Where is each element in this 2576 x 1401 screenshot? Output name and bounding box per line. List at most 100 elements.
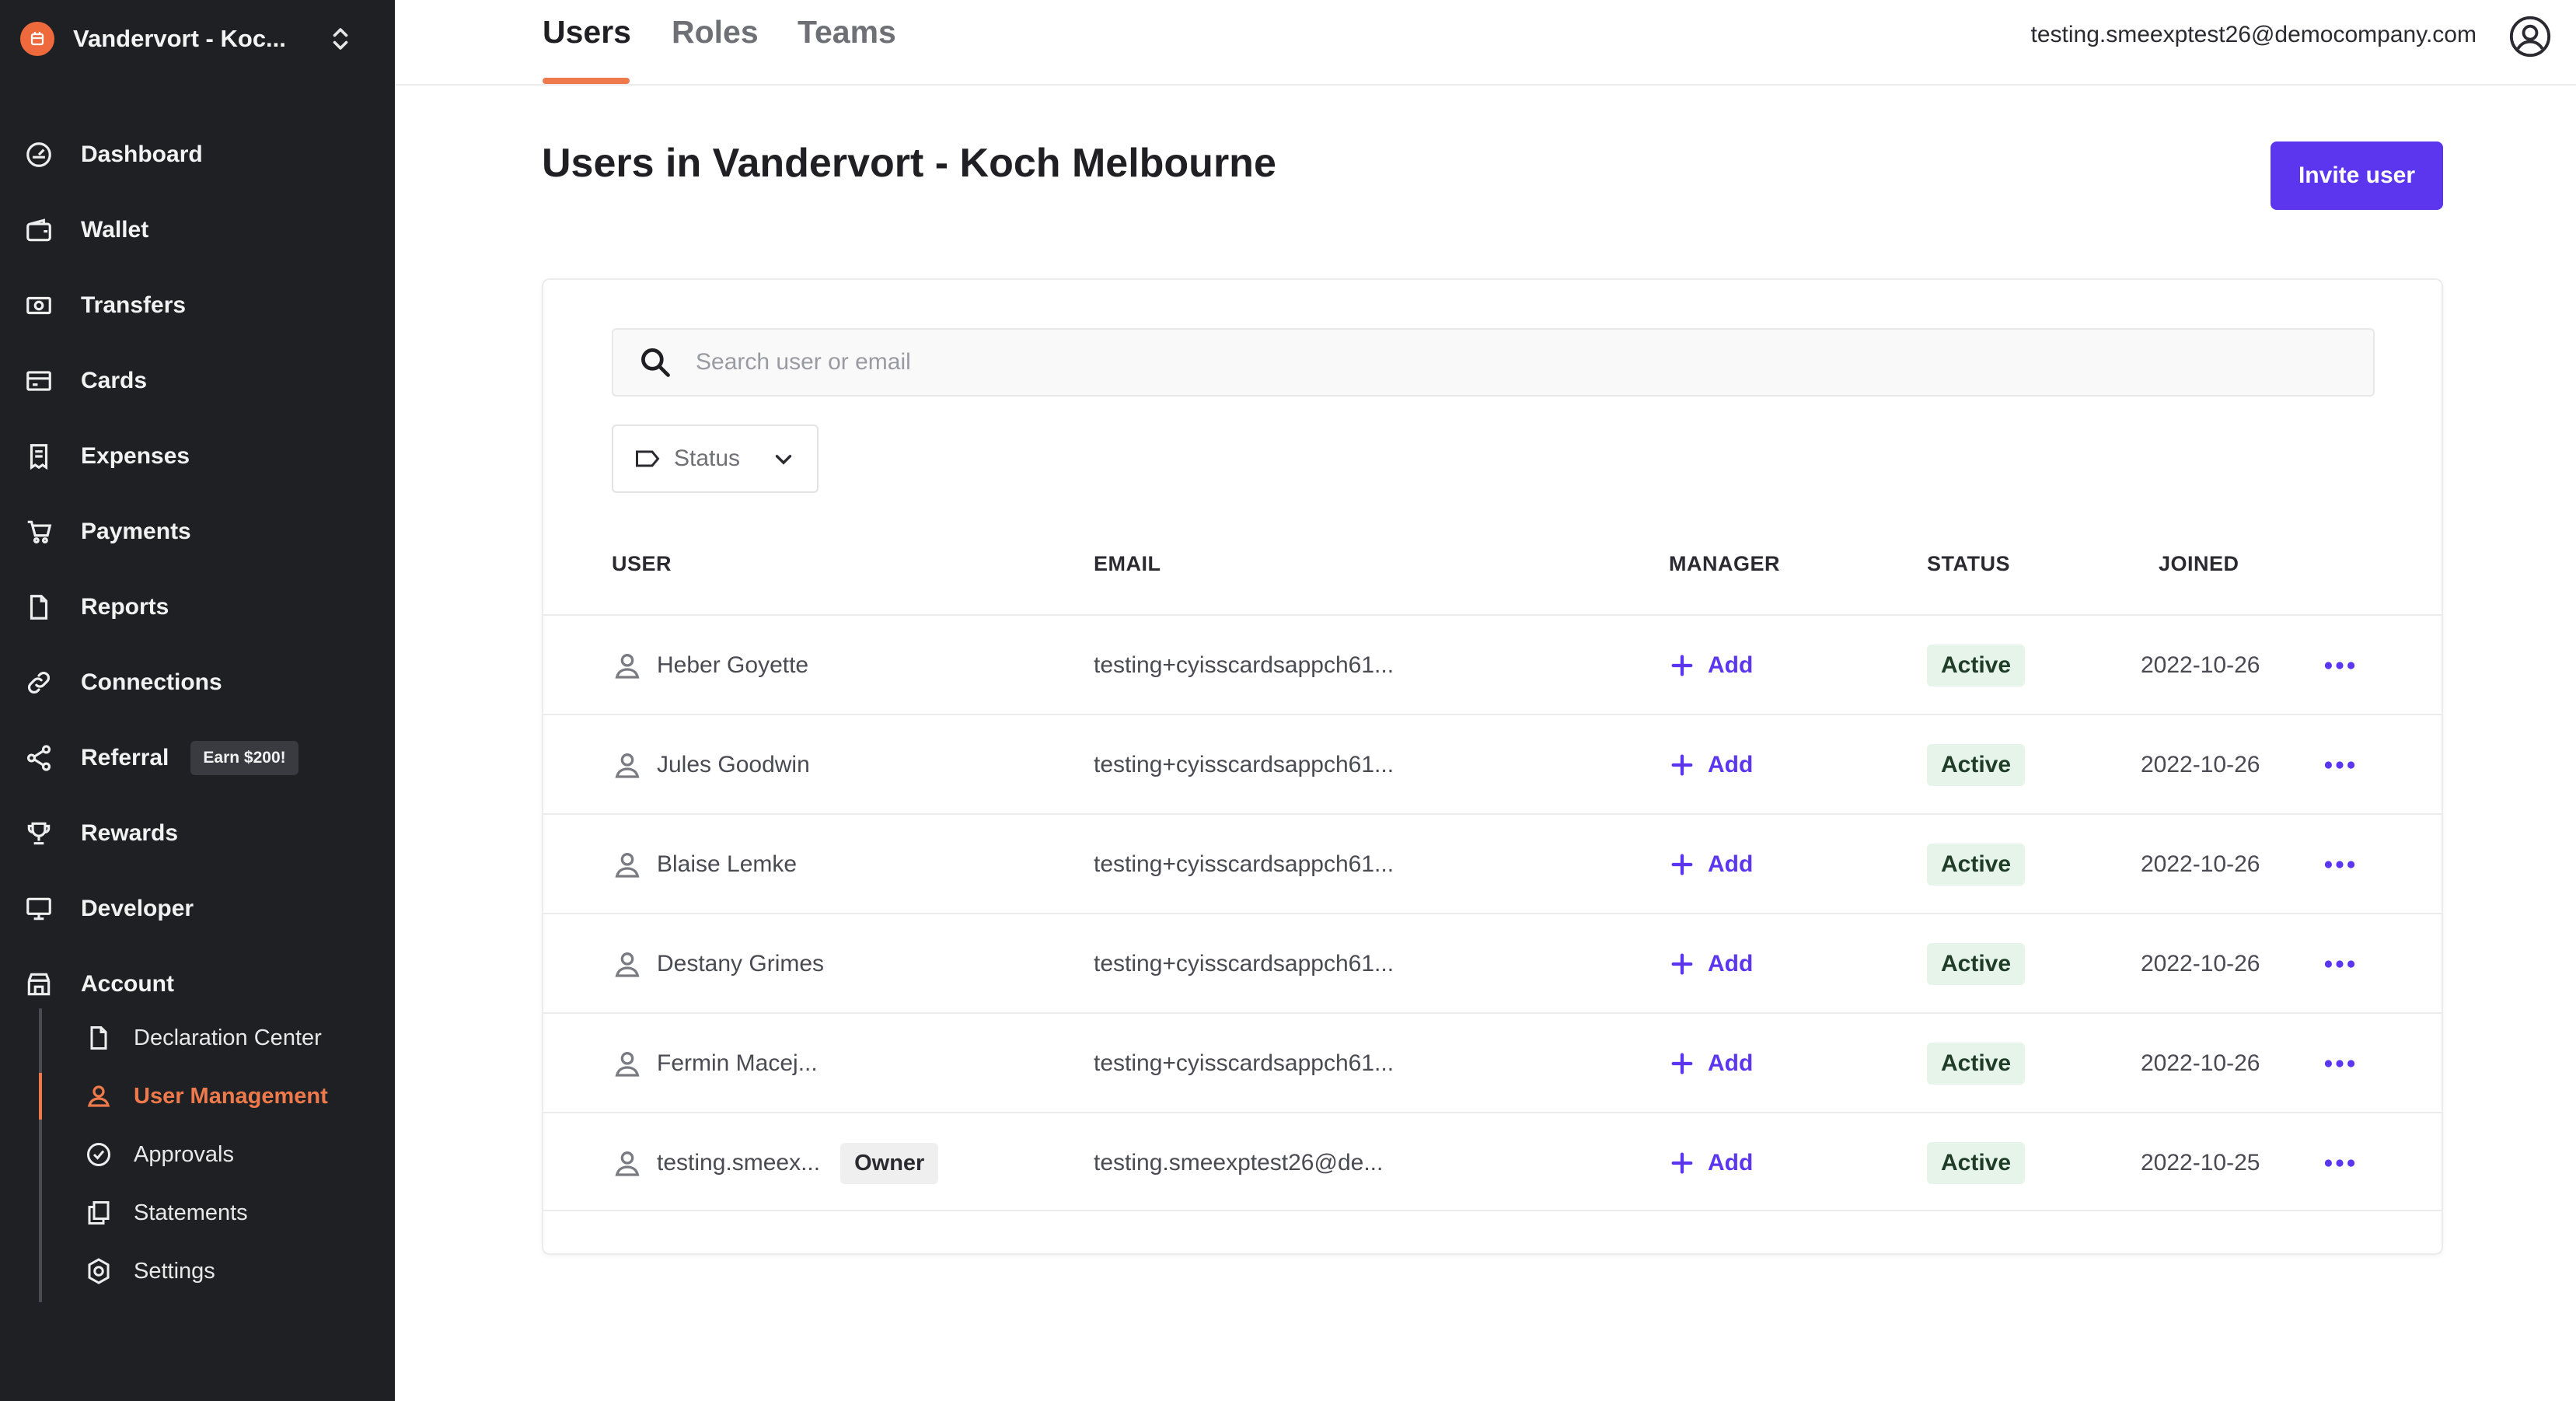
sidebar-item-rewards[interactable]: Rewards — [0, 795, 395, 871]
add-manager-label: Add — [1708, 1050, 1754, 1076]
store-icon — [23, 969, 54, 1000]
sidebar-item-wallet[interactable]: Wallet — [0, 192, 395, 267]
add-manager-label: Add — [1708, 752, 1754, 777]
tab-teams[interactable]: Teams — [798, 14, 896, 51]
add-manager-link[interactable]: Add — [1669, 715, 1753, 815]
user-name: Jules Goodwin — [657, 752, 810, 777]
person-icon — [615, 654, 640, 679]
plus-icon — [1671, 754, 1693, 776]
subnav-item-declaration-center[interactable]: Declaration Center — [42, 1015, 381, 1061]
subnav-item-label: Declaration Center — [134, 1025, 322, 1050]
subnav-item-statements[interactable]: Statements — [42, 1190, 381, 1236]
cards-icon — [23, 365, 54, 397]
sidebar-item-dashboard[interactable]: Dashboard — [0, 117, 395, 192]
wallet-icon — [23, 215, 54, 246]
org-logo-icon — [20, 22, 54, 56]
add-manager-label: Add — [1708, 1150, 1754, 1176]
invite-user-button[interactable]: Invite user — [2271, 141, 2443, 210]
search-bar[interactable] — [612, 328, 2375, 397]
sidebar-item-transfers[interactable]: Transfers — [0, 267, 395, 343]
person-icon — [615, 853, 640, 878]
user-name: testing.smeex... — [657, 1150, 821, 1176]
sidebar-item-expenses[interactable]: Expenses — [0, 418, 395, 494]
table-row[interactable]: Heber Goyette testing+cyisscardsappch61.… — [543, 614, 2442, 714]
sidebar-item-reports[interactable]: Reports — [0, 569, 395, 645]
more-horizontal-icon[interactable] — [2320, 1144, 2359, 1183]
table-row[interactable]: Jules Goodwin testing+cyisscardsappch61.… — [543, 714, 2442, 813]
transfers-icon — [23, 290, 54, 321]
person-icon — [615, 1151, 640, 1176]
sidebar-item-referral[interactable]: Referral Earn $200! — [0, 720, 395, 795]
more-horizontal-icon[interactable] — [2320, 945, 2359, 983]
add-manager-link[interactable]: Add — [1669, 1014, 1753, 1113]
add-manager-label: Add — [1708, 851, 1754, 877]
user-name: Fermin Macej... — [657, 1050, 818, 1076]
column-header-joined[interactable]: JOINED — [2159, 552, 2239, 576]
joined-cell: 2022-10-25 — [2141, 1150, 2260, 1176]
more-horizontal-icon[interactable] — [2320, 1044, 2359, 1083]
more-horizontal-icon[interactable] — [2320, 746, 2359, 784]
subnav-item-label: Statements — [134, 1200, 248, 1225]
row-actions[interactable] — [2320, 715, 2359, 815]
row-actions[interactable] — [2320, 815, 2359, 914]
status-filter-dropdown[interactable]: Status — [612, 424, 819, 493]
column-header-user[interactable]: USER — [612, 552, 672, 576]
add-manager-link[interactable]: Add — [1669, 616, 1753, 715]
sidebar-item-label: Payments — [81, 518, 191, 544]
org-switcher[interactable]: Vandervort - Koc... — [20, 17, 354, 61]
add-manager-link[interactable]: Add — [1669, 914, 1753, 1014]
tab-users[interactable]: Users — [543, 14, 631, 51]
table-row[interactable]: testing.smeex... Owner testing.smeexptes… — [543, 1112, 2442, 1211]
table-row[interactable]: Blaise Lemke testing+cyisscardsappch61..… — [543, 813, 2442, 913]
account-avatar-icon[interactable] — [2508, 14, 2553, 59]
column-header-manager[interactable]: MANAGER — [1669, 552, 1780, 576]
sidebar-item-payments[interactable]: Payments — [0, 494, 395, 569]
sidebar: Vandervort - Koc... Dashboard Wallet Tra… — [0, 0, 395, 1401]
subnav-item-approvals[interactable]: Approvals — [42, 1131, 381, 1178]
status-cell: Active — [1927, 1014, 2026, 1113]
joined-cell: 2022-10-26 — [2141, 951, 2260, 977]
add-manager-link[interactable]: Add — [1669, 1113, 1753, 1213]
sidebar-item-label: Reports — [81, 593, 169, 620]
table-row[interactable]: Destany Grimes testing+cyisscardsappch61… — [543, 913, 2442, 1012]
row-actions[interactable] — [2320, 1014, 2359, 1113]
column-header-email[interactable]: EMAIL — [1094, 552, 1161, 576]
check-circle-icon — [84, 1140, 113, 1169]
sidebar-item-label: Wallet — [81, 216, 149, 243]
tab-roles[interactable]: Roles — [672, 14, 759, 51]
copy-icon — [84, 1198, 113, 1228]
active-tab-indicator — [543, 78, 630, 84]
sidebar-item-cards[interactable]: Cards — [0, 343, 395, 418]
more-horizontal-icon[interactable] — [2320, 845, 2359, 884]
add-manager-link[interactable]: Add — [1669, 815, 1753, 914]
sidebar-item-connections[interactable]: Connections — [0, 645, 395, 720]
subnav-item-settings[interactable]: Settings — [42, 1248, 381, 1294]
tag-icon — [636, 450, 660, 467]
earn-badge: Earn $200! — [190, 740, 298, 775]
column-header-status[interactable]: STATUS — [1927, 552, 2010, 576]
table-row[interactable]: Fermin Macej... testing+cyisscardsappch6… — [543, 1012, 2442, 1112]
status-badge: Active — [1927, 744, 2026, 786]
row-actions[interactable] — [2320, 1113, 2359, 1213]
user-name: Destany Grimes — [657, 951, 825, 977]
user-cell: Fermin Macej... — [612, 1014, 818, 1113]
subnav-item-label: Settings — [134, 1258, 215, 1284]
subnav-item-label: Approvals — [134, 1141, 234, 1167]
current-user-email: testing.smeexptest26@democompany.com — [2030, 22, 2477, 47]
joined-cell: 2022-10-26 — [2141, 851, 2260, 877]
row-actions[interactable] — [2320, 616, 2359, 715]
row-actions[interactable] — [2320, 914, 2359, 1014]
cart-icon — [23, 516, 54, 547]
more-horizontal-icon[interactable] — [2320, 646, 2359, 685]
person-icon — [615, 1052, 640, 1077]
status-cell: Active — [1927, 815, 2026, 914]
user-name: Heber Goyette — [657, 652, 809, 678]
plus-icon — [1671, 953, 1693, 975]
document-icon — [84, 1023, 113, 1053]
chevron-up-down-icon[interactable] — [326, 25, 354, 53]
search-input[interactable] — [696, 349, 2328, 376]
subnav-item-user-management[interactable]: User Management — [39, 1073, 381, 1120]
reports-icon — [23, 592, 54, 623]
sidebar-item-developer[interactable]: Developer — [0, 871, 395, 946]
joined-cell: 2022-10-26 — [2141, 1050, 2260, 1076]
